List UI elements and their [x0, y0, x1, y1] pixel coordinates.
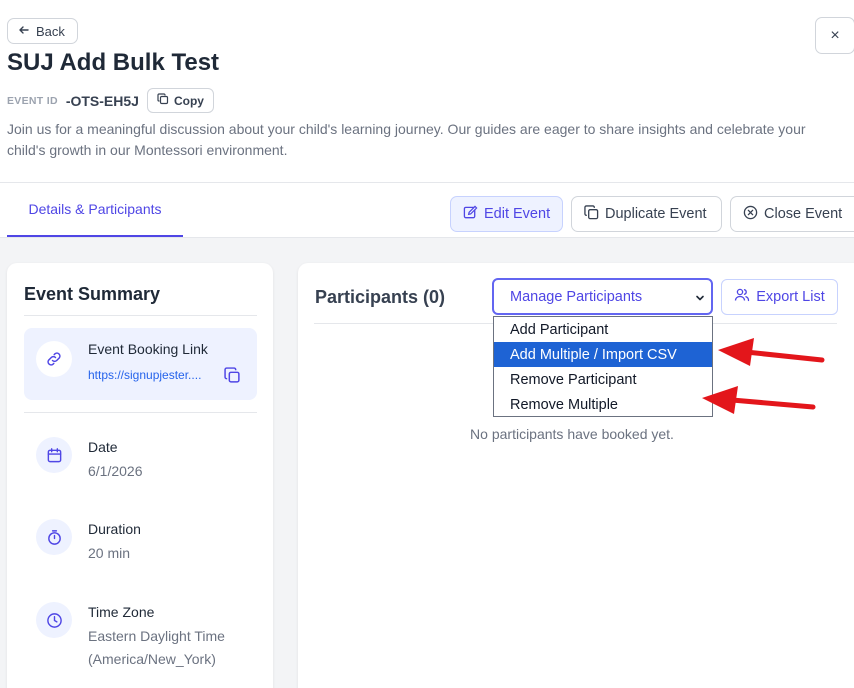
copy-event-id-button[interactable]: Copy — [146, 88, 214, 113]
edit-event-label: Edit Event — [484, 206, 551, 222]
option-add-multiple-import-csv[interactable]: Add Multiple / Import CSV — [494, 342, 712, 367]
empty-participants-message: No participants have booked yet. — [470, 426, 674, 442]
circle-x-icon — [743, 205, 758, 224]
arrow-left-icon — [18, 24, 30, 39]
timer-icon — [36, 519, 72, 555]
option-add-participant[interactable]: Add Participant — [494, 317, 712, 342]
edit-event-button[interactable]: Edit Event — [450, 196, 563, 232]
date-label: Date — [88, 439, 118, 455]
chevron-down-icon — [695, 291, 705, 307]
export-list-label: Export List — [756, 289, 825, 305]
tab-bar: Details & Participants Edit Event Duplic… — [0, 182, 854, 238]
event-summary-title: Event Summary — [24, 284, 161, 304]
back-label: Back — [36, 23, 65, 39]
close-event-button[interactable]: Close Event — [730, 196, 854, 232]
timezone-value-detail: (America/New_York) — [88, 651, 216, 667]
timezone-value: Eastern Daylight Time — [88, 628, 225, 644]
link-icon — [36, 341, 72, 377]
manage-participants-select[interactable]: Manage Participants — [492, 278, 713, 315]
annotation-arrow-icon — [718, 338, 825, 366]
duplicate-event-button[interactable]: Duplicate Event — [571, 196, 722, 232]
export-list-button[interactable]: Export List — [721, 279, 838, 315]
annotation-arrow-icon — [702, 386, 816, 414]
users-icon — [734, 287, 750, 307]
event-id-value: -OTS-EH5J — [65, 92, 139, 109]
timezone-label: Time Zone — [88, 604, 155, 620]
duplicate-event-label: Duplicate Event — [605, 206, 707, 222]
back-button[interactable]: Back — [7, 18, 78, 44]
edit-icon — [463, 205, 478, 224]
copy-icon — [157, 93, 169, 108]
duration-label: Duration — [88, 521, 141, 537]
booking-link-box: Event Booking Link https://signupjester.… — [24, 328, 257, 400]
duplicate-icon — [584, 204, 599, 224]
copy-label: Copy — [173, 93, 204, 108]
tab-details-participants[interactable]: Details & Participants — [7, 183, 183, 237]
close-event-label: Close Event — [764, 206, 843, 222]
manage-participants-value: Manage Participants — [510, 288, 643, 305]
event-description: Join us for a meaningful discussion abou… — [7, 121, 806, 158]
copy-link-icon[interactable] — [224, 367, 241, 389]
clock-icon — [36, 602, 72, 638]
booking-link-url[interactable]: https://signupjester.... — [88, 368, 201, 382]
calendar-icon — [36, 437, 72, 473]
divider — [24, 412, 257, 413]
event-id-row: EVENT ID -OTS-EH5J Copy — [7, 88, 214, 113]
duration-value: 20 min — [88, 545, 131, 561]
participants-title: Participants (0) — [315, 287, 446, 307]
event-summary-card: Event Summary Event Booking Link https:/… — [7, 263, 273, 688]
option-remove-multiple[interactable]: Remove Multiple — [494, 392, 712, 417]
page-title: SUJ Add Bulk Test — [7, 49, 220, 76]
option-remove-participant[interactable]: Remove Participant — [494, 367, 712, 392]
close-icon: × — [830, 26, 840, 44]
manage-participants-dropdown: Add Participant Add Multiple / Import CS… — [493, 316, 713, 417]
divider — [24, 315, 257, 316]
event-id-label: EVENT ID — [7, 94, 58, 107]
booking-link-label: Event Booking Link — [88, 341, 208, 357]
close-dialog-button[interactable]: × — [815, 17, 854, 54]
date-value: 6/1/2026 — [88, 463, 143, 479]
